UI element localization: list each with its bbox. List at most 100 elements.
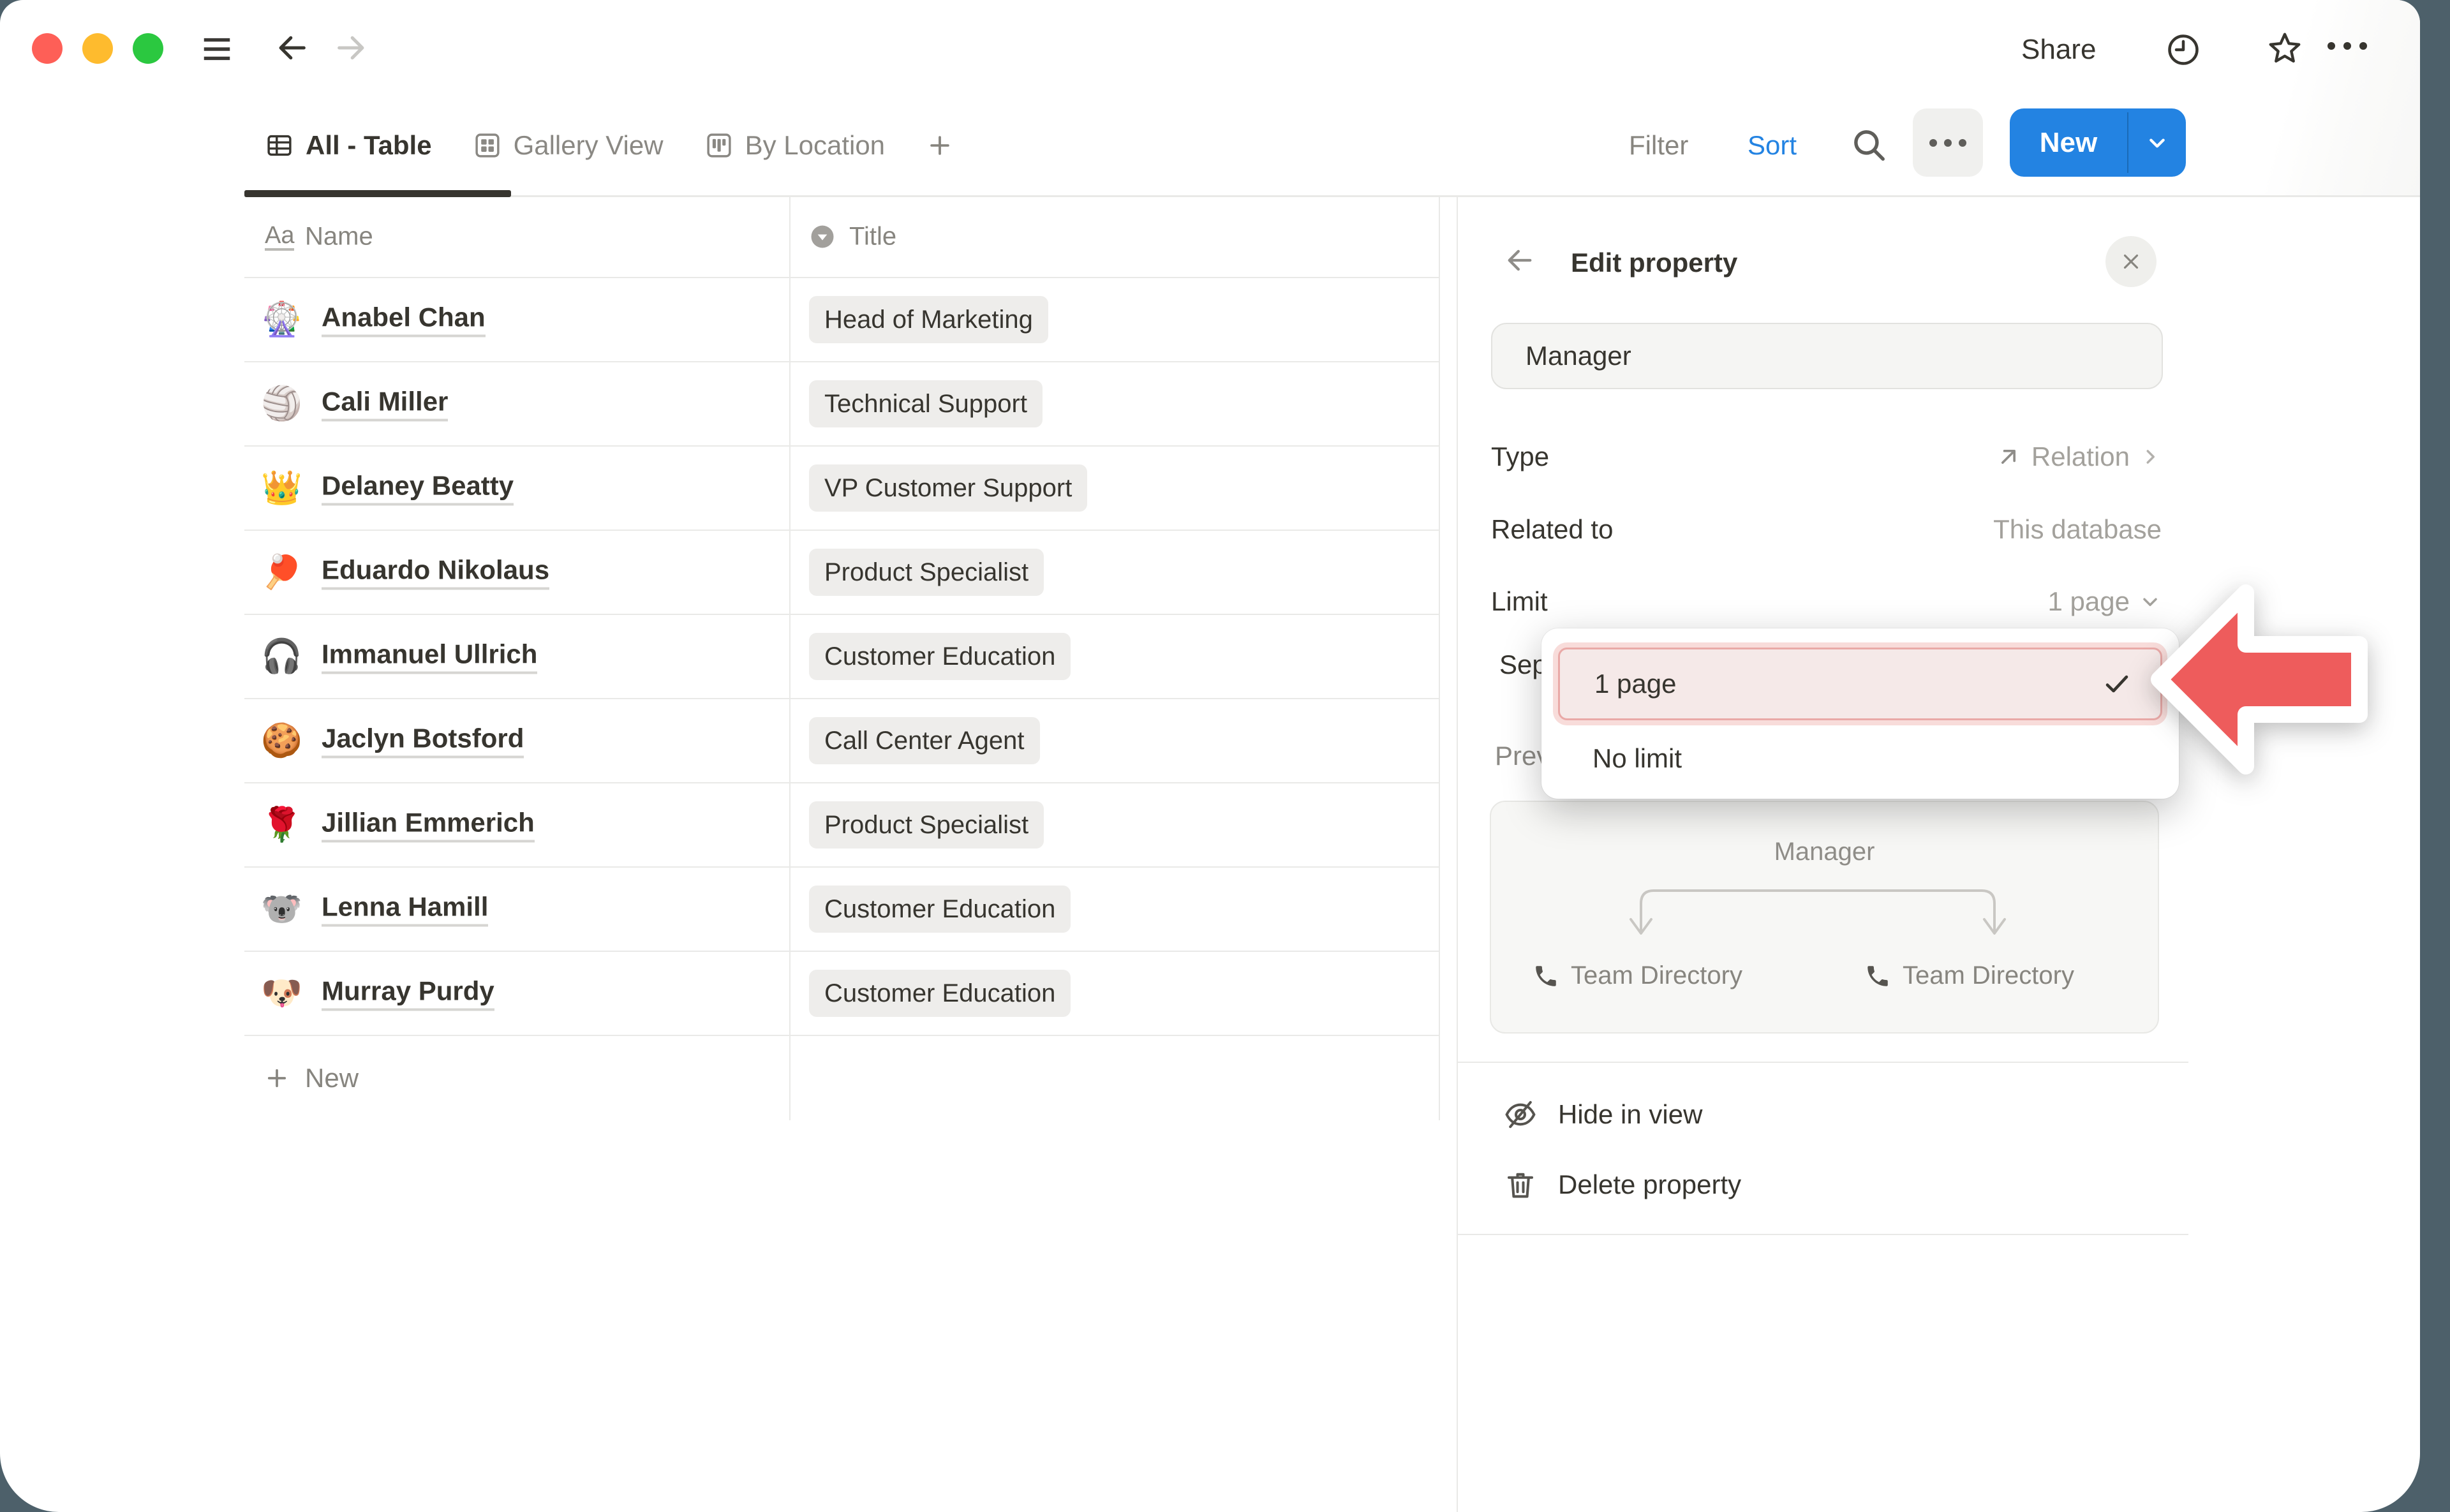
- row-title-tag[interactable]: Customer Education: [809, 886, 1071, 933]
- row-name-link[interactable]: Anabel Chan: [322, 302, 486, 337]
- row-title-tag[interactable]: Customer Education: [809, 633, 1071, 680]
- row-name-link[interactable]: Jillian Emmerich: [322, 808, 535, 843]
- tab-label: By Location: [745, 130, 885, 161]
- preview-target-label: Team Directory: [1571, 961, 1742, 990]
- phone-icon: [1533, 963, 1559, 989]
- row-name-link[interactable]: Lenna Hamill: [322, 892, 488, 927]
- window-more-icon[interactable]: [2328, 42, 2367, 50]
- hide-in-view-button[interactable]: Hide in view: [1503, 1094, 2141, 1135]
- row-emoji: 👑: [261, 469, 302, 507]
- table-row[interactable]: 🍪 Jaclyn Botsford Call Center Agent: [244, 699, 1439, 783]
- row-title-tag[interactable]: Head of Marketing: [809, 296, 1048, 343]
- preview-target: Team Directory: [1864, 961, 2074, 990]
- view-options-icon[interactable]: [1913, 108, 1983, 177]
- related-to-row[interactable]: Related to This database: [1491, 509, 2162, 550]
- row-title-tag[interactable]: Technical Support: [809, 380, 1043, 427]
- row-emoji: 🎡: [261, 300, 302, 339]
- history-icon[interactable]: [2164, 31, 2202, 69]
- row-title-tag[interactable]: Product Specialist: [809, 801, 1044, 849]
- new-button: New: [2010, 108, 2186, 177]
- table-row[interactable]: 🎧 Immanuel Ullrich Customer Education: [244, 615, 1439, 699]
- eye-off-icon: [1503, 1097, 1538, 1132]
- section-divider: [1457, 1234, 2188, 1235]
- favorite-icon[interactable]: [2265, 29, 2305, 69]
- related-to-value: This database: [1993, 514, 2162, 545]
- tab-all-table[interactable]: All - Table: [265, 130, 432, 161]
- new-row-button[interactable]: New: [244, 1036, 1439, 1120]
- delete-property-button[interactable]: Delete property: [1503, 1164, 2141, 1205]
- chevron-right-icon: [2139, 445, 2162, 468]
- row-name-link[interactable]: Cali Miller: [322, 387, 448, 422]
- row-name-link[interactable]: Jaclyn Botsford: [322, 723, 524, 759]
- search-icon[interactable]: [1849, 125, 1889, 165]
- minimize-window-button[interactable]: [82, 33, 113, 64]
- table-header: Aa Name Title: [244, 196, 1439, 278]
- forward-icon[interactable]: [333, 29, 370, 66]
- share-button[interactable]: Share: [2021, 33, 2096, 66]
- row-name-link[interactable]: Murray Purdy: [322, 976, 494, 1011]
- phone-icon: [1864, 963, 1891, 989]
- table-row[interactable]: 🏓 Eduardo Nikolaus Product Specialist: [244, 531, 1439, 615]
- relation-arrows: [1622, 875, 2030, 939]
- table-row[interactable]: 🏐 Cali Miller Technical Support: [244, 362, 1439, 447]
- column-header-title[interactable]: Title: [849, 223, 896, 251]
- preview-target-label: Team Directory: [1903, 961, 2074, 990]
- tab-label: Gallery View: [514, 130, 664, 161]
- limit-label: Limit: [1491, 586, 1548, 617]
- table-row[interactable]: 👑 Delaney Beatty VP Customer Support: [244, 447, 1439, 531]
- hide-in-view-label: Hide in view: [1558, 1099, 1702, 1130]
- panel-back-icon[interactable]: [1503, 244, 1536, 277]
- row-emoji: 🍪: [261, 722, 302, 760]
- row-title-tag[interactable]: VP Customer Support: [809, 464, 1087, 512]
- type-icon: [1994, 443, 2023, 471]
- dropdown-option-no-limit[interactable]: No limit: [1558, 729, 2162, 788]
- name-property-icon: Aa: [265, 223, 294, 251]
- row-title-tag[interactable]: Call Center Agent: [809, 717, 1040, 764]
- row-name-link[interactable]: Eduardo Nikolaus: [322, 555, 549, 590]
- tab-gallery-view[interactable]: Gallery View: [473, 130, 664, 161]
- option-label: No limit: [1592, 743, 1682, 774]
- preview-target: Team Directory: [1533, 961, 1742, 990]
- back-icon[interactable]: [273, 29, 310, 66]
- limit-row[interactable]: Limit 1 page: [1491, 581, 2162, 622]
- row-name-link[interactable]: Delaney Beatty: [322, 471, 514, 506]
- row-emoji: 🏓: [261, 553, 302, 591]
- property-name-input[interactable]: [1491, 323, 2163, 389]
- new-dropdown-icon[interactable]: [2128, 108, 2186, 177]
- column-header-name[interactable]: Name: [305, 223, 373, 251]
- board-view-icon: [704, 131, 734, 160]
- row-title-tag[interactable]: Customer Education: [809, 970, 1071, 1017]
- row-emoji: 🎧: [261, 637, 302, 676]
- row-emoji: 🐨: [261, 890, 302, 928]
- add-view-icon[interactable]: [926, 131, 954, 159]
- row-title-tag[interactable]: Product Specialist: [809, 549, 1044, 596]
- sort-button[interactable]: Sort: [1748, 128, 1797, 163]
- limit-value: 1 page: [2048, 586, 2130, 617]
- table-row[interactable]: 🐶 Murray Purdy Customer Education: [244, 952, 1439, 1036]
- menu-icon[interactable]: [200, 32, 234, 66]
- table-row[interactable]: 🐨 Lenna Hamill Customer Education: [244, 868, 1439, 952]
- active-tab-underline: [244, 190, 511, 197]
- relation-preview: Manager Team Directory Team Directory: [1490, 801, 2159, 1034]
- filter-button[interactable]: Filter: [1629, 128, 1688, 163]
- close-window-button[interactable]: [32, 33, 63, 64]
- separate-row-label-clipped: Sep: [1499, 646, 1547, 684]
- gallery-view-icon: [473, 131, 502, 160]
- option-label: 1 page: [1594, 669, 1676, 699]
- dropdown-option-1-page[interactable]: 1 page: [1558, 648, 2162, 720]
- limit-dropdown-menu: 1 page No limit: [1541, 628, 2179, 799]
- select-property-icon: [809, 223, 836, 250]
- table-row[interactable]: 🌹 Jillian Emmerich Product Specialist: [244, 783, 1439, 868]
- close-icon[interactable]: [2105, 236, 2157, 287]
- table-row[interactable]: 🎡 Anabel Chan Head of Marketing: [244, 278, 1439, 362]
- view-tabs: All - Table Gallery View By Location: [265, 115, 954, 176]
- tab-by-location[interactable]: By Location: [704, 130, 885, 161]
- zoom-window-button[interactable]: [133, 33, 163, 64]
- check-icon: [2102, 669, 2132, 699]
- preview-source-label: Manager: [1491, 838, 2158, 866]
- new-row-label: New: [305, 1063, 359, 1093]
- row-name-link[interactable]: Immanuel Ullrich: [322, 639, 537, 674]
- new-button-main[interactable]: New: [2010, 108, 2127, 177]
- property-type-row[interactable]: Type Relation: [1491, 436, 2162, 477]
- pointer-arrow: [2149, 571, 2372, 788]
